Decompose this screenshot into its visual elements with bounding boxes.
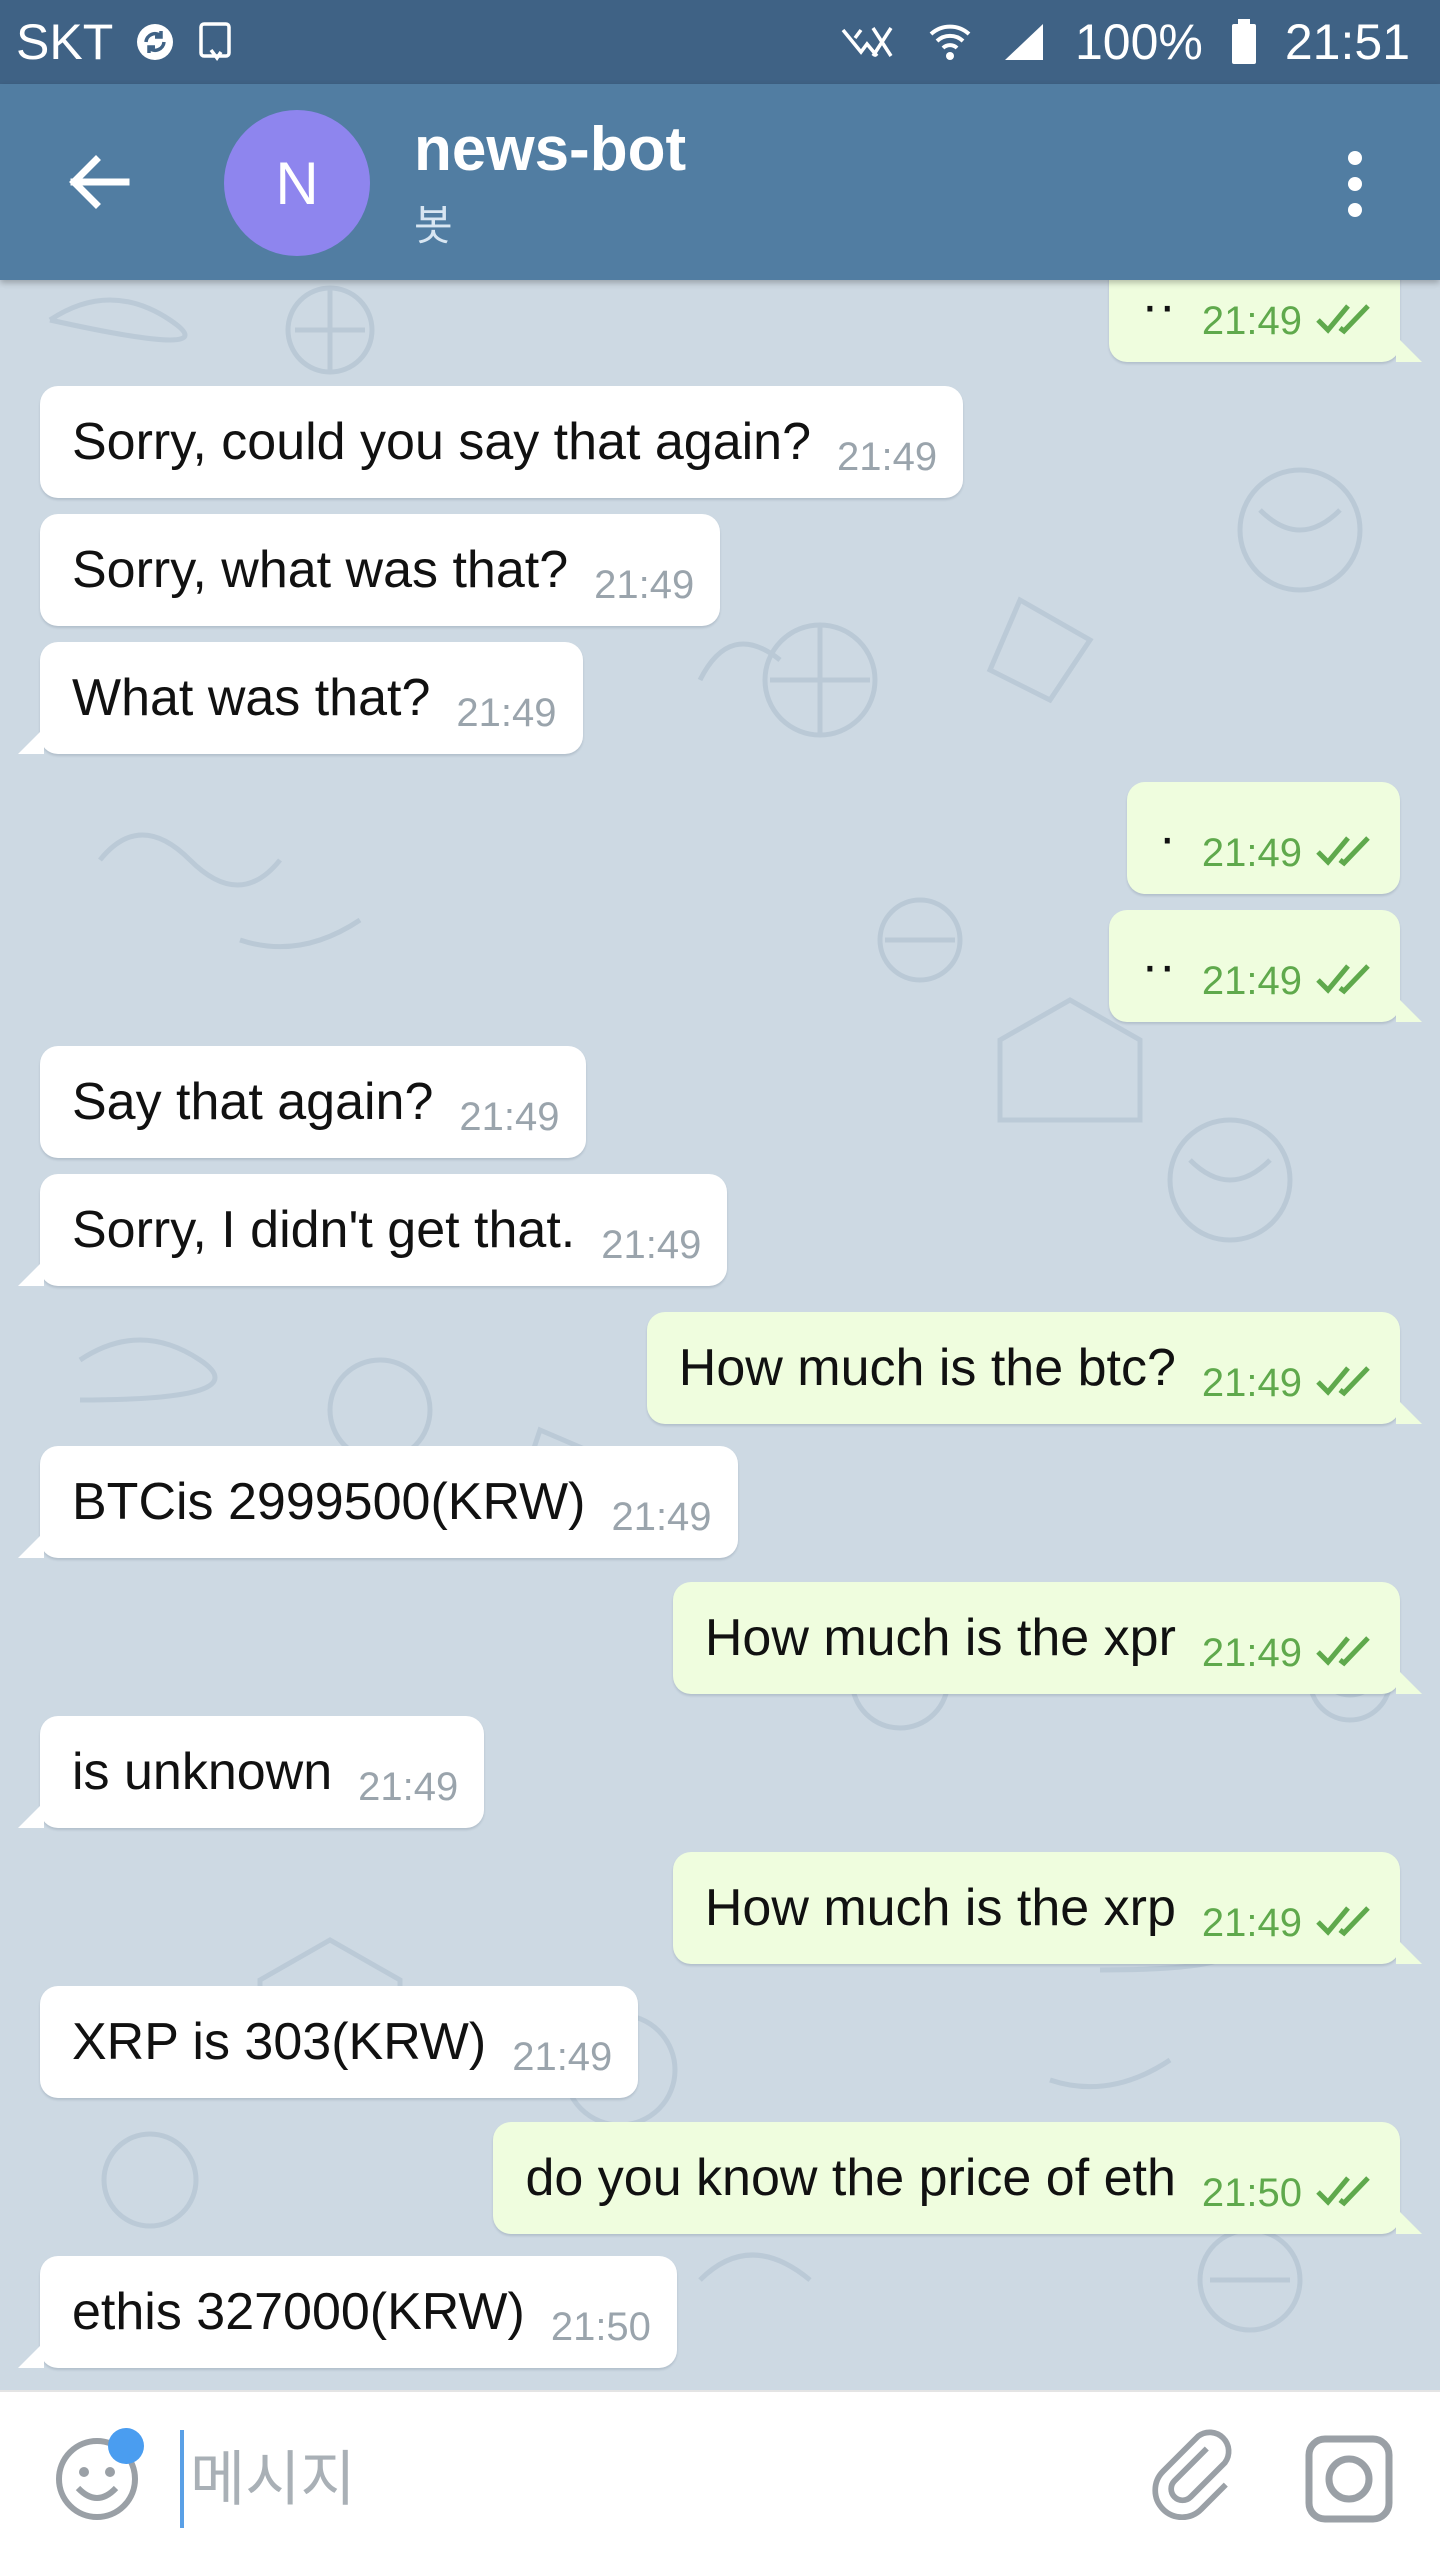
message-text: Sorry, I didn't get that. [72,1201,576,1259]
vertical-dots-icon [1348,151,1362,217]
incoming-message[interactable]: Sorry, I didn't get that. 21:49 [17,1174,728,1286]
chat-subtitle: 봇 [414,202,453,249]
outgoing-message[interactable]: · 21:49 [1126,782,1400,894]
mute-icon [835,20,899,64]
message-text: ·· [1141,280,1176,335]
message-text: Sorry, could you say that again? [72,413,812,471]
wifi-icon [927,20,973,64]
paperclip-icon [1152,2429,1232,2521]
status-bar: SKT 100% 21:51 [0,0,1440,84]
battery-percent: 100% [1074,14,1203,70]
double-check-icon [1316,2174,1374,2213]
message-time: 21:49 [1201,958,1302,1003]
message-text: How much is the xpr [704,1609,1176,1667]
message-text: How much is the btc? [678,1339,1176,1397]
incoming-message[interactable]: XRP is 303(KRW) 21:49 [40,1986,639,2098]
message-text: do you know the price of eth [525,2149,1176,2207]
message-composer [0,2390,1440,2560]
notification-icon [197,20,237,64]
message-input[interactable] [180,2430,1092,2528]
message-time: 21:49 [1201,1360,1302,1405]
message-time: 21:49 [358,1764,459,1809]
menu-button[interactable] [1330,144,1380,224]
double-check-icon [1316,1904,1374,1943]
message-time: 21:49 [1201,1630,1302,1675]
incoming-message[interactable]: is unknown 21:49 [17,1716,485,1828]
message-time: 21:49 [611,1494,712,1539]
message-text: ·· [1141,937,1176,995]
clock: 21:51 [1284,14,1410,70]
message-time: 21:49 [601,1222,702,1267]
outgoing-message[interactable]: ·· 21:49 [1109,910,1422,1022]
message-time: 21:49 [459,1094,560,1139]
incoming-message[interactable]: BTCis 2999500(KRW) 21:49 [18,1446,738,1558]
outgoing-message[interactable]: How much is the xrp 21:49 [672,1852,1423,1964]
message-time: 21:50 [550,2304,651,2349]
message-time: 21:49 [512,2034,613,2079]
message-time: 21:50 [1201,2170,1302,2215]
battery-icon [1231,19,1257,65]
message-text: ethis 327000(KRW) [72,2283,525,2341]
incoming-message[interactable]: What was that? 21:49 [18,642,583,754]
sync-icon [135,22,175,62]
message-text: XRP is 303(KRW) [72,2013,487,2071]
incoming-message[interactable]: Sorry, what was that? 21:49 [40,514,721,626]
chat-title[interactable]: news-bot [414,114,686,185]
camera-icon [1305,2435,1393,2523]
message-time: 21:49 [1201,830,1302,875]
avatar[interactable]: N [224,110,370,256]
outgoing-message[interactable]: How much is the btc? 21:49 [646,1312,1423,1424]
attach-button[interactable] [1150,2428,1240,2528]
outgoing-message[interactable]: do you know the price of eth 21:50 [493,2122,1422,2234]
message-time: 21:49 [456,690,557,735]
new-badge-dot [108,2428,144,2464]
message-text: BTCis 2999500(KRW) [72,1473,586,1531]
message-text: Say that again? [72,1073,434,1131]
incoming-message[interactable]: Sorry, could you say that again? 21:49 [40,386,964,498]
double-check-icon [1316,962,1374,1001]
incoming-message[interactable]: ethis 327000(KRW) 21:50 [18,2256,677,2368]
message-text: is unknown [72,1743,333,1801]
back-button[interactable] [60,142,140,222]
message-time: 21:49 [594,562,695,607]
outgoing-message[interactable]: How much is the xpr 21:49 [672,1582,1423,1694]
message-text: · [1158,809,1176,867]
message-text: How much is the xrp [704,1879,1176,1937]
double-check-icon [1316,1364,1374,1403]
signal-icon [1001,20,1047,64]
message-time: 21:49 [1201,298,1302,343]
message-text: Sorry, what was that? [72,541,569,599]
double-check-icon [1316,834,1374,873]
double-check-icon [1316,302,1374,341]
avatar-letter: N [275,149,319,217]
camera-button[interactable] [1304,2434,1394,2524]
chat-header: N news-bot 봇 [0,84,1440,280]
message-list[interactable]: ·· 21:49 Sorry, could you say that again? 2… [0,280,1440,2390]
message-text: What was that? [72,669,431,727]
double-check-icon [1316,1634,1374,1673]
outgoing-message[interactable]: ·· 21:49 [1109,280,1422,362]
arrow-left-icon [69,155,130,209]
incoming-message[interactable]: Say that again? 21:49 [40,1046,586,1158]
message-time: 21:49 [837,434,938,479]
message-time: 21:49 [1201,1900,1302,1945]
carrier-label: SKT [16,14,114,70]
